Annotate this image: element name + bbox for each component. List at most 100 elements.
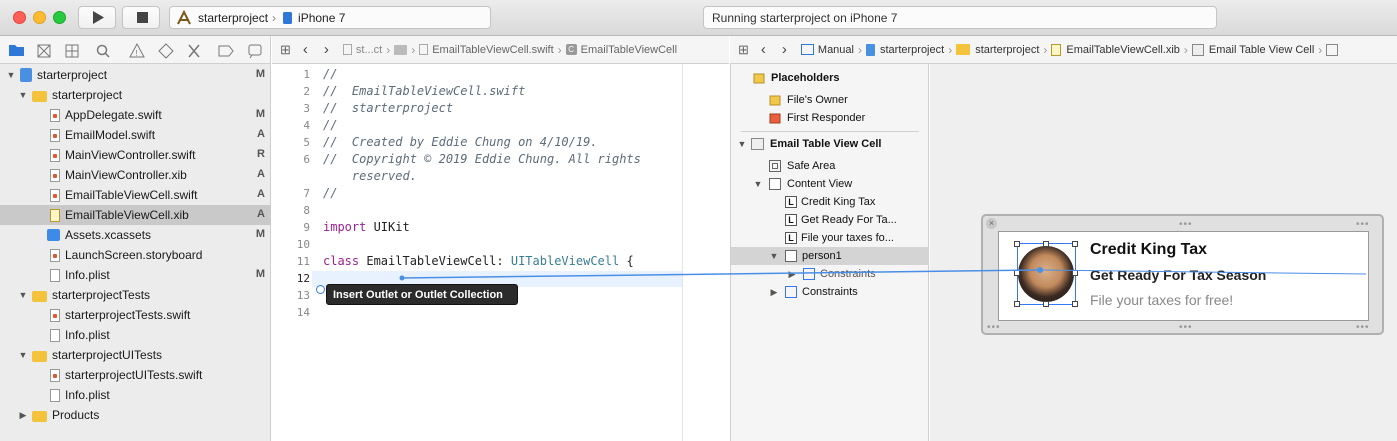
resize-grip-corner[interactable]: •••: [987, 322, 1001, 333]
resize-handle[interactable]: [1014, 241, 1020, 247]
nav-item-file[interactable]: starterprojectTests.swift: [0, 305, 271, 325]
forward-arrow-icon[interactable]: ›: [782, 41, 787, 58]
scm-status-badge: R: [257, 148, 265, 160]
nav-item-project-root[interactable]: ▼ starterproject M: [0, 65, 271, 85]
outline-item-cell[interactable]: ▼ Email Table View Cell: [737, 135, 881, 153]
type-name: UITableViewCell: [510, 254, 620, 268]
close-window-button[interactable]: [13, 11, 26, 24]
resize-grip-bottom[interactable]: •••: [1179, 322, 1193, 333]
breakpoint-navigator-icon[interactable]: [218, 45, 234, 56]
breadcrumb-file[interactable]: EmailTableViewCell.xib: [1066, 44, 1180, 56]
back-arrow-icon[interactable]: ‹: [303, 41, 308, 58]
outline-item-safe-area[interactable]: Safe Area: [769, 157, 835, 175]
forward-arrow-icon[interactable]: ›: [324, 41, 329, 58]
source-control-navigator-icon[interactable]: [37, 44, 51, 57]
outline-item-constraints-inner[interactable]: ▶ Constraints: [787, 265, 876, 283]
resize-handle[interactable]: [1072, 270, 1078, 276]
breadcrumb-group[interactable]: starterproject: [975, 44, 1039, 56]
resize-grip-corner[interactable]: •••: [1356, 322, 1370, 333]
minimize-window-button[interactable]: [33, 11, 46, 24]
find-navigator-icon[interactable]: [96, 44, 110, 58]
line-number: 11: [296, 255, 310, 268]
disclosure-open-icon: ▼: [18, 90, 28, 100]
cell-body-label[interactable]: File your taxes for free!: [1090, 292, 1233, 308]
outline-item-label[interactable]: L Credit King Tax: [785, 193, 875, 211]
cell-subtitle-label[interactable]: Get Ready For Tax Season: [1090, 267, 1266, 283]
outline-section-placeholders[interactable]: Placeholders: [753, 69, 839, 87]
nav-item-group[interactable]: ▼ starterproject: [0, 85, 271, 105]
outline-item-constraints[interactable]: ▶ Constraints: [769, 283, 858, 301]
disclosure-open-icon: ▼: [6, 70, 16, 80]
nav-item-label: MainViewController.swift: [65, 148, 196, 162]
related-items-icon[interactable]: ⊞: [280, 42, 291, 58]
resize-handle[interactable]: [1014, 270, 1020, 276]
stop-button[interactable]: [122, 6, 160, 29]
swift-file-icon: [50, 128, 60, 142]
outline-label: Get Ready For Ta...: [801, 214, 897, 226]
test-navigator-icon[interactable]: [158, 42, 174, 59]
constraints-icon: [785, 286, 797, 298]
nav-item-file[interactable]: Info.plist M: [0, 265, 271, 285]
nav-item-group[interactable]: ▼ starterprojectUITests: [0, 345, 271, 365]
plist-file-icon: [50, 268, 60, 282]
resize-grip-top[interactable]: •••: [1179, 219, 1193, 230]
code-line: class EmailTableViewCell: UITableViewCel…: [323, 254, 634, 268]
outline-item-label[interactable]: L Get Ready For Ta...: [785, 211, 897, 229]
activity-viewer: Running starterproject on iPhone 7: [703, 6, 1217, 29]
breadcrumb-object[interactable]: Email Table View Cell: [1209, 44, 1314, 56]
folder-icon: [32, 290, 47, 302]
resize-handle[interactable]: [1072, 301, 1078, 307]
window-toolbar: starterproject › iPhone 7 Running starte…: [0, 0, 1397, 36]
resize-handle[interactable]: [1072, 241, 1078, 247]
breadcrumb-project[interactable]: starterproject: [880, 44, 944, 56]
nav-item-group[interactable]: ▶ Products: [0, 405, 271, 425]
nav-item-label: starterproject: [37, 68, 108, 82]
nav-item-group[interactable]: ▼ starterprojectTests: [0, 285, 271, 305]
nav-item-file[interactable]: MainViewController.swift R: [0, 145, 271, 165]
source-editor[interactable]: 1 2 3 4 5 6 7 8 9 10 11 12 13 14 // // E…: [272, 64, 729, 441]
close-scene-icon[interactable]: ×: [986, 218, 997, 229]
scheme-selector[interactable]: starterproject › iPhone 7: [169, 6, 491, 29]
symbol-navigator-icon[interactable]: [65, 44, 79, 57]
breadcrumb-symbol[interactable]: EmailTableViewCell: [581, 44, 677, 56]
nav-item-file-selected[interactable]: EmailTableViewCell.xib A: [0, 205, 271, 225]
related-items-icon[interactable]: ⊞: [738, 42, 749, 58]
nav-item-file[interactable]: AppDelegate.swift M: [0, 105, 271, 125]
outline-item-label[interactable]: L File your taxes fo...: [785, 229, 894, 247]
cell-title-label[interactable]: Credit King Tax: [1090, 241, 1207, 259]
outline-item-image-view-selected[interactable]: ▼ person1: [731, 247, 929, 265]
resize-handle[interactable]: [1014, 301, 1020, 307]
nav-item-label: starterproject: [52, 88, 123, 102]
resize-grip-corner[interactable]: •••: [1356, 219, 1370, 230]
outline-label: Constraints: [820, 268, 876, 280]
resize-handle[interactable]: [1043, 301, 1049, 307]
nav-item-file[interactable]: starterprojectUITests.swift: [0, 365, 271, 385]
issue-navigator-icon[interactable]: !: [129, 42, 145, 58]
scheme-device-label: iPhone 7: [298, 10, 346, 25]
folder-icon: [32, 410, 47, 422]
disclosure-closed-icon: ▶: [788, 268, 796, 279]
assistant-mode-selector[interactable]: Manual: [818, 44, 854, 56]
outline-item-files-owner[interactable]: File's Owner: [769, 91, 848, 109]
debug-navigator-icon[interactable]: [188, 44, 200, 57]
nav-item-file[interactable]: Info.plist: [0, 385, 271, 405]
zoom-window-button[interactable]: [53, 11, 66, 24]
nav-item-file[interactable]: MainViewController.xib A: [0, 165, 271, 185]
report-navigator-icon[interactable]: [248, 44, 262, 58]
project-navigator-icon[interactable]: [9, 44, 24, 56]
nav-item-file[interactable]: EmailModel.swift A: [0, 125, 271, 145]
resize-handle[interactable]: [1043, 241, 1049, 247]
back-arrow-icon[interactable]: ‹: [761, 41, 766, 58]
content-view[interactable]: Credit King Tax Get Ready For Tax Season…: [998, 231, 1369, 321]
nav-item-file[interactable]: Info.plist: [0, 325, 271, 345]
outline-item-content-view[interactable]: ▼ Content View: [753, 175, 852, 193]
breadcrumb-project[interactable]: st...ct: [356, 44, 382, 56]
breadcrumb-file[interactable]: EmailTableViewCell.swift: [432, 44, 553, 56]
table-cell-preview[interactable]: × Credit King Tax Get Ready For Tax Seas…: [981, 214, 1384, 335]
nav-item-file[interactable]: LaunchScreen.storyboard: [0, 245, 271, 265]
nav-item-file[interactable]: EmailTableViewCell.swift A: [0, 185, 271, 205]
run-button[interactable]: [78, 6, 116, 29]
label-icon: L: [785, 214, 797, 226]
outline-item-first-responder[interactable]: First Responder: [769, 109, 865, 127]
nav-item-file[interactable]: Assets.xcassets M: [0, 225, 271, 245]
